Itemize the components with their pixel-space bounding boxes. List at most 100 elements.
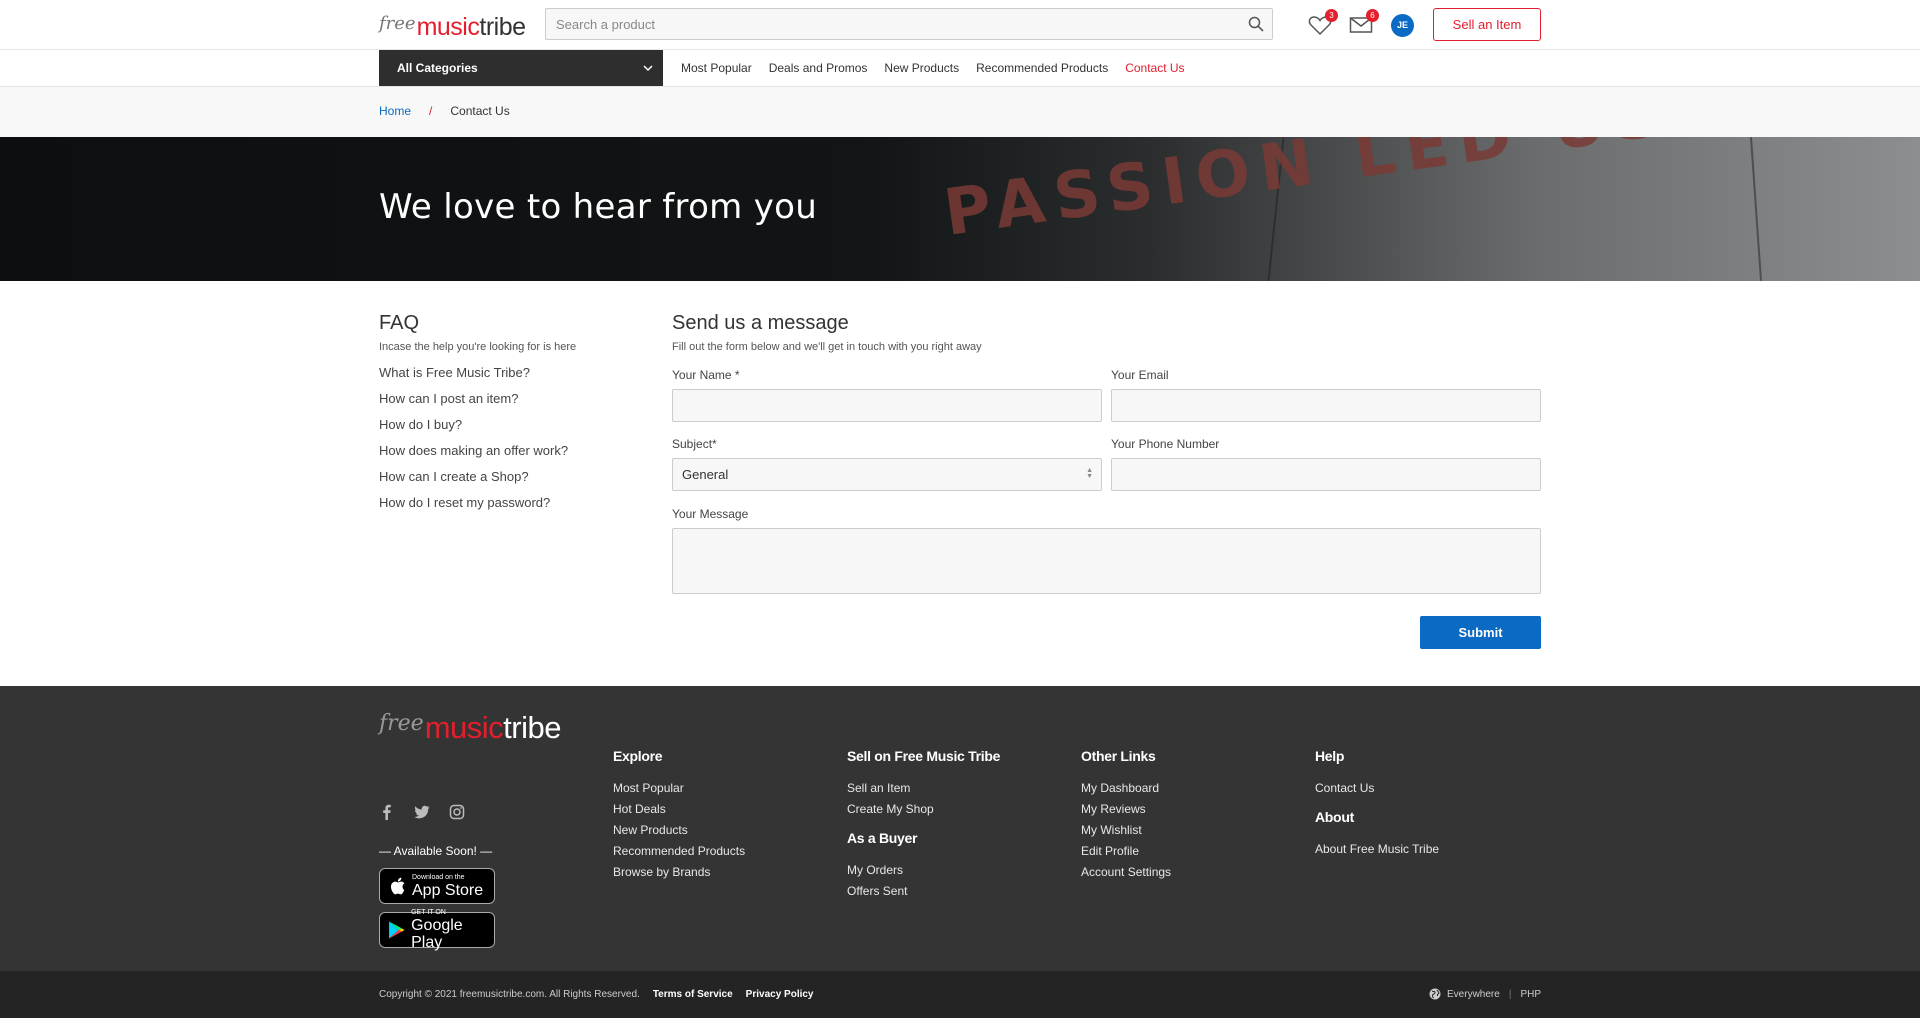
page-title: We love to hear from you (379, 187, 818, 227)
breadcrumb: Home / Contact Us (379, 104, 510, 118)
footer-heading: About (1315, 809, 1354, 825)
messages-button[interactable]: 6 (1349, 9, 1379, 36)
phone-label: Your Phone Number (1111, 437, 1220, 451)
subject-value: General (682, 467, 729, 482)
site-header: free music tribe 3 6 JE Sell an Item (0, 0, 1920, 50)
submit-button[interactable]: Submit (1420, 616, 1541, 649)
privacy-link[interactable]: Privacy Policy (746, 989, 814, 1000)
wishlist-badge: 3 (1325, 9, 1338, 22)
message-textarea[interactable] (672, 528, 1541, 594)
footer-col-explore: Explore Most Popular Hot Deals New Produ… (613, 748, 745, 886)
footer-link[interactable]: My Orders (847, 863, 1000, 877)
copyright-text: Copyright © 2021 freemusictribe.com. All… (379, 989, 640, 1000)
faq-item[interactable]: How can I post an item? (379, 391, 639, 406)
breadcrumb-home[interactable]: Home (379, 104, 411, 118)
available-soon-label: — Available Soon! — (379, 844, 493, 858)
footer-link[interactable]: Edit Profile (1081, 844, 1171, 858)
faq-item[interactable]: How does making an offer work? (379, 443, 639, 458)
footer-link[interactable]: Contact Us (1315, 781, 1439, 795)
footer-heading: Help (1315, 748, 1345, 764)
footer-link[interactable]: Most Popular (613, 781, 745, 795)
instagram-icon[interactable] (449, 804, 465, 820)
search-icon[interactable] (1248, 16, 1264, 32)
footer-link[interactable]: Recommended Products (613, 844, 745, 858)
site-logo[interactable]: free music tribe (379, 10, 526, 42)
footer-link[interactable]: Offers Sent (847, 884, 1000, 898)
logo-music: music (424, 710, 504, 745)
footer-heading: Other Links (1081, 748, 1156, 764)
footer-link[interactable]: My Reviews (1081, 802, 1171, 816)
social-links (379, 804, 484, 820)
avatar[interactable]: JE (1391, 14, 1414, 37)
email-input[interactable] (1111, 389, 1541, 422)
logo-tribe: tribe (479, 13, 526, 41)
logo-tribe: tribe (503, 710, 561, 745)
footer-link[interactable]: Sell an Item (847, 781, 1000, 795)
breadcrumb-bar: Home / Contact Us (0, 87, 1920, 137)
name-input[interactable] (672, 389, 1102, 422)
hero-line (1749, 137, 1763, 281)
faq-list: What is Free Music Tribe? How can I post… (379, 365, 639, 510)
app-store-small: Download on the (412, 873, 465, 881)
footer-link[interactable]: Account Settings (1081, 865, 1171, 879)
currency-label: PHP (1520, 988, 1541, 1000)
faq-title: FAQ (379, 312, 420, 334)
logo-free: free (379, 13, 416, 34)
search-box (545, 8, 1273, 40)
google-play-badge[interactable]: GET IT ON Google Play (379, 909, 495, 951)
apple-icon (390, 877, 405, 895)
form-title: Send us a message (672, 312, 849, 334)
twitter-icon[interactable] (414, 804, 430, 820)
footer-link[interactable]: New Products (613, 823, 745, 837)
nav-contact-us[interactable]: Contact Us (1125, 61, 1184, 75)
footer-link[interactable]: Browse by Brands (613, 865, 745, 879)
subject-select[interactable]: General ▲ ▼ (672, 458, 1102, 491)
main-nav: All Categories Most Popular Deals and Pr… (0, 50, 1920, 87)
all-categories-label: All Categories (397, 61, 478, 75)
faq-item[interactable]: How do I buy? (379, 417, 639, 432)
locale-divider: | (1508, 988, 1512, 1000)
faq-item[interactable]: How do I reset my password? (379, 495, 639, 510)
breadcrumb-current: Contact Us (450, 104, 510, 118)
nav-deals-promos[interactable]: Deals and Promos (769, 61, 868, 75)
footer-link[interactable]: Create My Shop (847, 802, 1000, 816)
faq-item[interactable]: How can I create a Shop? (379, 469, 639, 484)
subject-label: Subject* (672, 437, 717, 451)
footer-heading: Sell on Free Music Tribe (847, 748, 1001, 764)
footer-link[interactable]: My Dashboard (1081, 781, 1171, 795)
region-label: Everywhere (1447, 988, 1500, 1000)
search-input[interactable] (546, 9, 1226, 39)
all-categories-dropdown[interactable]: All Categories (379, 50, 663, 86)
wishlist-button[interactable]: 3 (1308, 9, 1338, 36)
form-subtitle: Fill out the form below and we'll get in… (672, 341, 982, 353)
nav-recommended-products[interactable]: Recommended Products (976, 61, 1108, 75)
nav-most-popular[interactable]: Most Popular (681, 61, 752, 75)
faq-item[interactable]: What is Free Music Tribe? (379, 365, 639, 380)
site-footer: free music tribe — Available Soon! — Dow… (0, 686, 1920, 971)
footer-heading: As a Buyer (847, 830, 918, 846)
footer-col-help: Help Contact Us About About Free Music T… (1315, 748, 1439, 863)
subject-field-group: Subject* General ▲ ▼ (672, 437, 1102, 491)
footer-link[interactable]: Hot Deals (613, 802, 745, 816)
locale-selector[interactable]: Everywhere | PHP (1429, 988, 1541, 1000)
app-store-badge[interactable]: Download on the App Store (379, 868, 495, 904)
name-field-group: Your Name * (672, 368, 1102, 422)
faq-subtitle: Incase the help you're looking for is he… (379, 341, 577, 353)
footer-col-other: Other Links My Dashboard My Reviews My W… (1081, 748, 1171, 886)
breadcrumb-separator: / (429, 104, 433, 118)
messages-badge: 6 (1366, 9, 1379, 22)
footer-link[interactable]: My Wishlist (1081, 823, 1171, 837)
footer-logo[interactable]: free music tribe (379, 710, 561, 746)
footer-bottom-bar: Copyright © 2021 freemusictribe.com. All… (0, 971, 1920, 1018)
faq-section: FAQ Incase the help you're looking for i… (379, 312, 639, 521)
message-field-group: Your Message (672, 507, 1541, 597)
footer-link[interactable]: About Free Music Tribe (1315, 842, 1439, 856)
facebook-icon[interactable] (379, 804, 395, 820)
logo-music: music (416, 13, 480, 41)
sell-item-button[interactable]: Sell an Item (1433, 8, 1541, 41)
google-play-icon (389, 921, 405, 939)
phone-field-group: Your Phone Number (1111, 437, 1541, 491)
terms-link[interactable]: Terms of Service (653, 989, 733, 1000)
phone-input[interactable] (1111, 458, 1541, 491)
nav-new-products[interactable]: New Products (884, 61, 959, 75)
